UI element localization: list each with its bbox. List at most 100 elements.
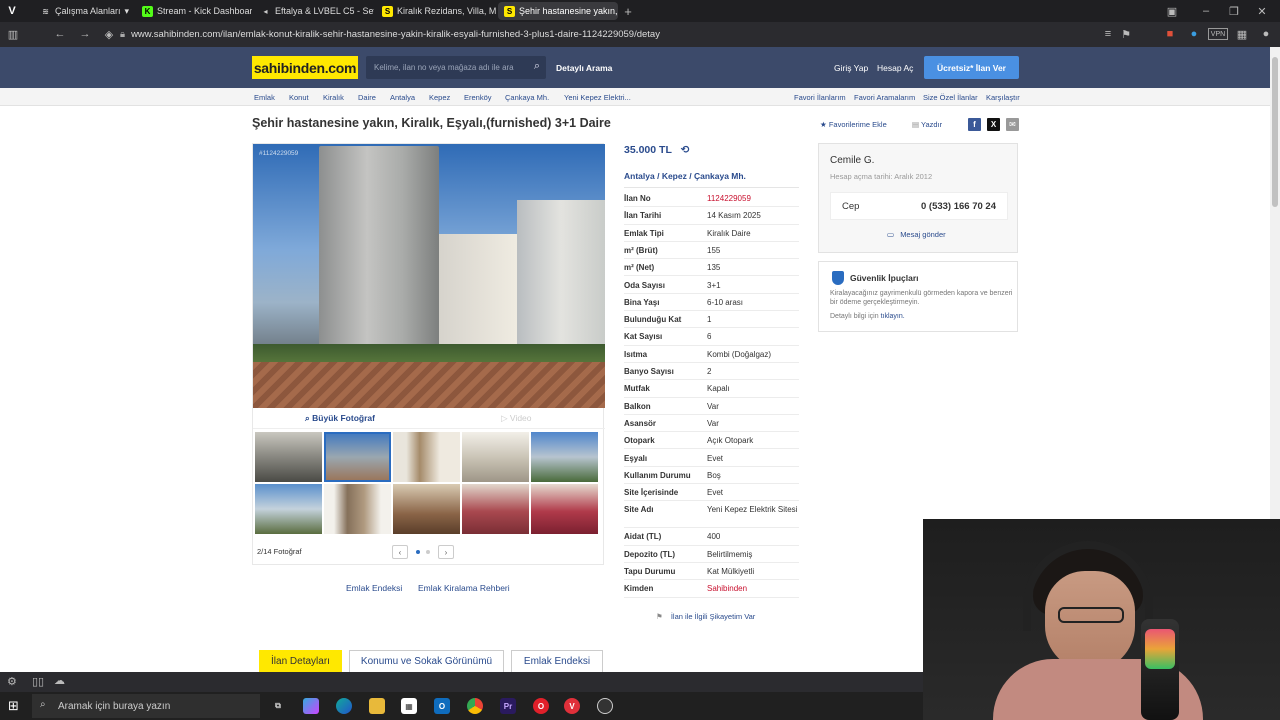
premiere-icon[interactable]: Pr — [500, 698, 516, 714]
phone-number[interactable]: 0 (533) 166 70 24 — [921, 201, 996, 212]
user-link-favorite-searches[interactable]: Favori Aramalarım — [854, 93, 915, 102]
tab-workspaces[interactable]: ≋ Çalışma Alanları ▾ — [34, 2, 134, 20]
location-city[interactable]: Antalya — [624, 171, 655, 181]
next-page-button[interactable]: › — [438, 545, 454, 559]
page-dot-active[interactable] — [416, 550, 420, 554]
security-more-link[interactable]: tıklayın. — [881, 313, 905, 320]
tab-music[interactable]: ◂ Eftalya & LVBEL C5 - Sevm — [254, 2, 374, 20]
details-value[interactable]: 1124229059 — [707, 194, 799, 204]
panel-toggle-icon[interactable]: ▥ — [5, 26, 21, 42]
video-button[interactable]: ▷ Video — [501, 413, 532, 424]
taskbar-search-input[interactable]: ⌕ Aramak için buraya yazın — [32, 694, 260, 718]
email-icon[interactable]: ✉ — [1006, 118, 1019, 131]
profile-icon[interactable]: ● — [1258, 26, 1274, 42]
user-link-special-ads[interactable]: Size Özel İlanlar — [923, 93, 978, 102]
tab-overview-icon[interactable]: ▣ — [1164, 3, 1180, 19]
breadcrumb-item[interactable]: Kepez — [429, 93, 450, 102]
photo-thumbnail[interactable] — [462, 432, 529, 482]
site-logo[interactable]: sahibinden.com — [252, 56, 358, 79]
tiling-icon[interactable]: ▯▯ — [32, 675, 44, 688]
location-district[interactable]: Kepez — [662, 171, 687, 181]
send-message-button[interactable]: ▭ Mesaj gönder — [887, 230, 946, 239]
chrome-icon[interactable] — [467, 698, 483, 714]
vpn-icon[interactable]: VPN — [1208, 28, 1228, 40]
photo-thumbnail[interactable] — [255, 432, 322, 482]
file-explorer-icon[interactable] — [369, 698, 385, 714]
browser-tab-bar: V ≋ Çalışma Alanları ▾ K Stream - Kick D… — [0, 0, 1280, 22]
breadcrumb-item[interactable]: Daire — [358, 93, 376, 102]
tab-listing-details[interactable]: İlan Detayları — [259, 650, 342, 672]
price-history-icon[interactable]: ⟲ — [681, 144, 690, 156]
settings-icon[interactable]: ⚙ — [7, 675, 17, 688]
restore-icon[interactable]: ❐ — [1226, 3, 1242, 19]
extension-icon[interactable]: ● — [1186, 26, 1202, 42]
main-photo[interactable]: #1124229059 — [253, 144, 605, 408]
new-tab-icon[interactable]: + — [620, 3, 636, 19]
breadcrumb-item[interactable]: Konut — [289, 93, 309, 102]
report-link[interactable]: ⚑ İlan ile İlgili Şikayetim Var — [656, 612, 755, 621]
tab-emlak-endeksi[interactable]: Emlak Endeksi — [511, 650, 603, 672]
details-row: İlan No 1124229059 — [624, 190, 799, 208]
photo-thumbnail[interactable] — [393, 432, 460, 482]
page-dot[interactable] — [426, 550, 430, 554]
breadcrumb-item[interactable]: Yeni Kepez Elektri... — [564, 93, 631, 102]
photo-thumbnail[interactable] — [531, 432, 598, 482]
search-input[interactable]: Kelime, ilan no veya mağaza adı ile ara … — [366, 56, 546, 79]
rental-guide-link[interactable]: Emlak Kiralama Rehberi — [418, 583, 510, 593]
windows-start-icon[interactable]: ⊞ — [8, 698, 19, 714]
shield-icon[interactable]: ◈ — [101, 26, 117, 42]
scrollbar-thumb[interactable] — [1272, 57, 1278, 207]
vivaldi-icon[interactable]: V — [564, 698, 580, 714]
photo-thumbnail[interactable] — [531, 484, 598, 534]
extension-icon[interactable]: ■ — [1162, 26, 1178, 42]
breadcrumb-item[interactable]: Kiralık — [323, 93, 344, 102]
tab-current-listing[interactable]: S Şehir hastanesine yakın, Ki — [498, 2, 618, 20]
breadcrumb-item[interactable]: Emlak — [254, 93, 275, 102]
photo-thumbnail[interactable] — [255, 484, 322, 534]
vivaldi-menu-icon[interactable]: V — [4, 3, 20, 19]
photo-thumbnail[interactable] — [324, 432, 391, 482]
forward-icon[interactable]: → — [77, 26, 93, 42]
task-view-icon[interactable]: ⧉ — [270, 698, 286, 714]
user-link-favorite-ads[interactable]: Favori İlanlarım — [794, 93, 846, 102]
cloud-icon[interactable]: ☁ — [54, 674, 65, 687]
photo-thumbnail[interactable] — [462, 484, 529, 534]
breadcrumb-item[interactable]: Erenköy — [464, 93, 492, 102]
outlook-icon[interactable]: O — [434, 698, 450, 714]
back-icon[interactable]: ← — [52, 26, 68, 42]
prev-page-button[interactable]: ‹ — [392, 545, 408, 559]
obs-icon[interactable] — [597, 698, 613, 714]
post-ad-button[interactable]: Ücretsiz* İlan Ver — [924, 56, 1019, 79]
url-field[interactable]: 🔒︎ www.sahibinden.com/ilan/emlak-konut-k… — [120, 26, 660, 43]
search-icon[interactable]: ⌕ — [534, 60, 540, 73]
store-icon[interactable]: ▦ — [401, 698, 417, 714]
opera-icon[interactable]: O — [533, 698, 549, 714]
tab-kiralik-rezidans[interactable]: S Kiralık Rezidans, Villa, Müst — [376, 2, 496, 20]
copilot-icon[interactable] — [303, 698, 319, 714]
breadcrumb-item[interactable]: Antalya — [390, 93, 415, 102]
calendar-icon[interactable]: ▦ — [1234, 26, 1250, 42]
edge-icon[interactable] — [336, 698, 352, 714]
details-value[interactable]: Sahibinden — [707, 584, 799, 594]
tab-location-street-view[interactable]: Konumu ve Sokak Görünümü — [349, 650, 504, 672]
close-icon[interactable]: ✕ — [1254, 3, 1270, 19]
breadcrumb-item[interactable]: Çankaya Mh. — [505, 93, 549, 102]
detailed-search-link[interactable]: Detaylı Arama — [556, 63, 612, 73]
user-link-compare[interactable]: Karşılaştır — [986, 93, 1020, 102]
bookmark-icon[interactable]: ⚑ — [1118, 26, 1134, 42]
reader-icon[interactable]: ≡ — [1100, 26, 1116, 42]
tab-kick-dashboard[interactable]: K Stream - Kick Dashboard — [136, 2, 252, 20]
x-twitter-icon[interactable]: X — [987, 118, 1000, 131]
photo-thumbnail[interactable] — [393, 484, 460, 534]
facebook-icon[interactable]: f — [968, 118, 981, 131]
register-link[interactable]: Hesap Aç — [877, 63, 913, 73]
emlak-endeksi-link[interactable]: Emlak Endeksi — [346, 583, 402, 593]
print-link[interactable]: ▤ Yazdır — [912, 120, 942, 129]
add-favorite-link[interactable]: ★ Favorilerime Ekle — [820, 120, 887, 129]
location-neighborhood[interactable]: Çankaya Mh. — [694, 171, 746, 181]
minimize-icon[interactable]: – — [1198, 3, 1214, 19]
login-link[interactable]: Giriş Yap — [834, 63, 868, 73]
seller-name[interactable]: Cemile G. — [830, 155, 874, 166]
big-photo-button[interactable]: ⌕ Büyük Fotoğraf — [305, 413, 375, 424]
photo-thumbnail[interactable] — [324, 484, 391, 534]
